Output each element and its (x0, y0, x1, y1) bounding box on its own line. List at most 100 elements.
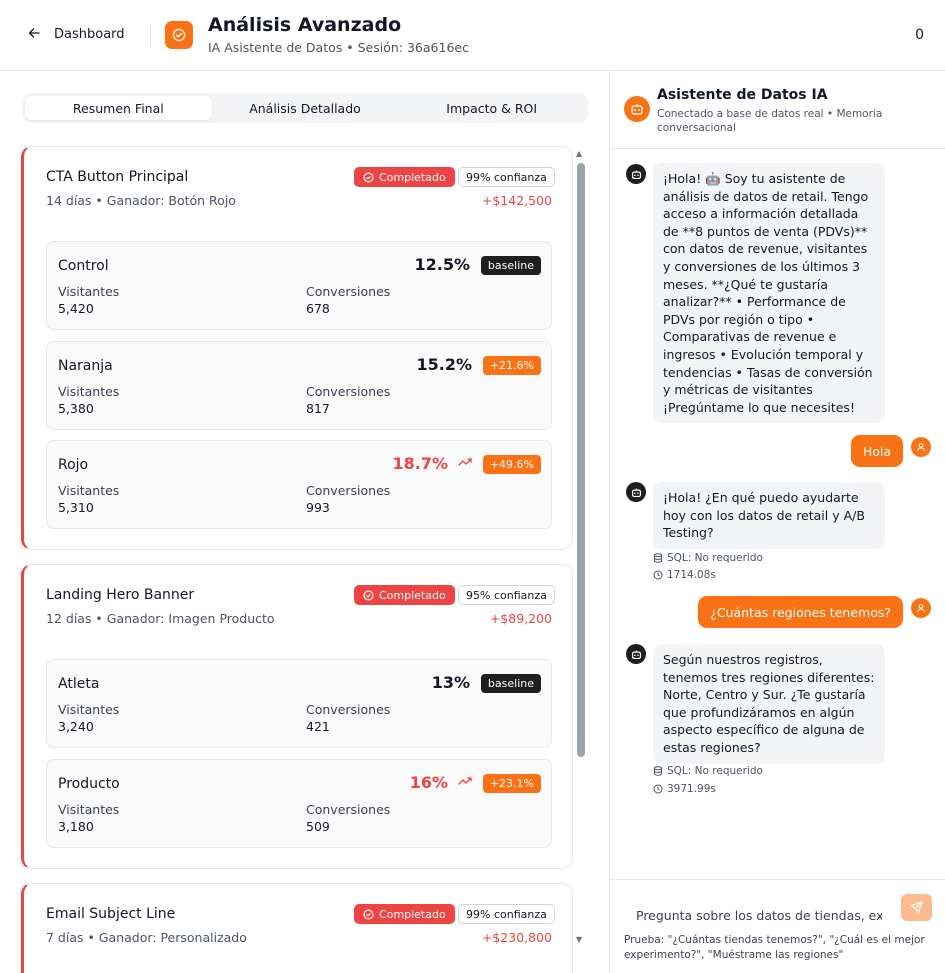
conversion-rate: 13% (431, 673, 470, 692)
experiments-panel: Resumen Final Análisis Detallado Impacto… (0, 71, 609, 973)
variant-name: Control (58, 258, 109, 274)
experiment-meta: 14 días • Ganador: Botón Rojo (46, 193, 236, 208)
conversions-value: 678 (306, 301, 330, 316)
clock-icon (653, 784, 663, 794)
header-counter: 0 (915, 27, 924, 43)
experiment-card[interactable]: CTA Button Principal 14 días • Ganador: … (21, 146, 573, 550)
baseline-badge: baseline (480, 674, 541, 693)
sql-status: SQL: No requerido (667, 765, 763, 777)
app-logo (165, 21, 193, 49)
database-icon (653, 553, 663, 563)
time-meta: 1714.08s (653, 569, 716, 581)
send-button[interactable] (901, 894, 932, 921)
visitors-label: Visitantes (58, 483, 120, 498)
clock-icon (653, 570, 663, 580)
lift-badge: +49.6% (482, 455, 541, 474)
time-meta: 3971.99s (653, 783, 716, 795)
chat-header: Asistente de Datos IA Conectado a base d… (610, 71, 945, 149)
trending-up-icon (458, 775, 472, 789)
baseline-badge: baseline (480, 256, 541, 275)
scroll-up-arrow[interactable]: ▲ (576, 149, 582, 158)
tab-bar: Resumen Final Análisis Detallado Impacto… (22, 93, 588, 123)
sql-meta: SQL: No requerido (653, 552, 763, 564)
visitors-value: 5,380 (58, 401, 94, 416)
variant-row: Naranja 15.2% +21.6% Visitantes 5,380 Co… (46, 341, 552, 430)
header-divider (150, 24, 151, 46)
bot-icon (624, 96, 650, 122)
bot-message: ¡Hola! ¿En qué puedo ayudarte hoy con lo… (653, 482, 885, 549)
sql-status: SQL: No requerido (667, 552, 763, 564)
bot-message: ¡Hola! 🤖 Soy tu asistente de análisis de… (653, 163, 885, 424)
conversion-rate: 12.5% (414, 255, 470, 274)
chat-title: Asistente de Datos IA (657, 87, 828, 103)
visitors-label: Visitantes (58, 702, 120, 717)
chat-subtitle: Conectado a base de datos real • Memoria… (657, 108, 883, 134)
experiment-title: Landing Hero Banner (46, 587, 195, 603)
tab-impacto-roi[interactable]: Impacto & ROI (398, 96, 585, 120)
experiment-card[interactable]: Email Subject Line 7 días • Ganador: Per… (21, 883, 573, 973)
user-message: Hola (850, 435, 903, 467)
confidence-badge: 99% confianza (458, 904, 555, 924)
confidence-badge: 95% confianza (458, 585, 555, 605)
tab-resumen-final[interactable]: Resumen Final (25, 96, 212, 120)
check-circle-icon (363, 590, 374, 600)
response-time: 1714.08s (667, 569, 716, 581)
visitors-label: Visitantes (58, 802, 120, 817)
back-to-dashboard-button[interactable]: Dashboard (28, 22, 125, 46)
variant-row-winner: Producto 16% +23.1% Visitantes 3,180 Con… (46, 759, 552, 848)
arrow-left-icon (28, 25, 40, 43)
visitors-label: Visitantes (58, 384, 120, 399)
experiment-title: CTA Button Principal (46, 169, 189, 185)
page-title: Análisis Avanzado (208, 14, 402, 36)
bot-message: Según nuestros registros, tenemos tres r… (653, 644, 885, 764)
experiment-meta: 7 días • Ganador: Personalizado (46, 930, 247, 945)
variant-name: Naranja (58, 358, 113, 374)
variant-row-winner: Rojo 18.7% +49.6% Visitantes 5,310 Conve… (46, 440, 552, 529)
variant-name: Atleta (58, 676, 100, 692)
revenue-impact: +$230,800 (481, 930, 552, 945)
conversion-rate: 15.2% (416, 355, 472, 374)
visitors-value: 3,240 (58, 719, 94, 734)
sql-meta: SQL: No requerido (653, 765, 763, 777)
check-circle-icon (172, 28, 186, 42)
scrollbar-thumb[interactable] (577, 163, 585, 757)
conversions-label: Conversiones (306, 702, 391, 717)
scroll-down-arrow[interactable]: ▼ (576, 935, 582, 944)
experiment-title: Email Subject Line (46, 906, 176, 922)
conversions-label: Conversiones (306, 802, 391, 817)
conversions-value: 817 (306, 401, 330, 416)
conversions-value: 421 (306, 719, 330, 734)
experiment-card[interactable]: Landing Hero Banner 12 días • Ganador: I… (21, 564, 573, 869)
visitors-label: Visitantes (58, 284, 120, 299)
user-message: ¿Cuántas regiones tenemos? (698, 596, 903, 628)
variant-row: Atleta 13% baseline Visitantes 3,240 Con… (46, 659, 552, 748)
check-circle-icon (363, 909, 374, 919)
trending-up-icon (458, 456, 472, 470)
variant-name: Producto (58, 776, 120, 792)
lift-badge: +21.6% (482, 356, 541, 375)
variant-row: Control 12.5% baseline Visitantes 5,420 … (46, 241, 552, 330)
status-badge: Completado (354, 585, 455, 605)
status-label: Completado (379, 588, 446, 602)
chat-panel: Asistente de Datos IA Conectado a base d… (609, 71, 945, 973)
visitors-value: 5,420 (58, 301, 94, 316)
conversions-value: 509 (306, 819, 330, 834)
top-header: Dashboard Análisis Avanzado IA Asistente… (0, 0, 945, 71)
send-icon (910, 901, 923, 914)
status-badge: Completado (354, 167, 455, 187)
tab-analisis-detallado[interactable]: Análisis Detallado (212, 96, 399, 120)
suggestion-hint: Prueba: "¿Cuántas tiendas tenemos?", "¿C… (624, 934, 925, 961)
back-label: Dashboard (54, 26, 125, 42)
visitors-value: 3,180 (58, 819, 94, 834)
conversions-label: Conversiones (306, 483, 391, 498)
conversion-rate: 18.7% (392, 454, 448, 473)
chat-input[interactable] (624, 898, 882, 932)
variant-name: Rojo (58, 457, 89, 473)
chat-input-area: Prueba: "¿Cuántas tiendas tenemos?", "¿C… (610, 879, 945, 973)
lift-badge: +23.1% (482, 774, 541, 793)
conversions-label: Conversiones (306, 384, 391, 399)
user-avatar-icon (911, 598, 931, 618)
bot-avatar-icon (626, 482, 646, 502)
experiment-meta: 12 días • Ganador: Imagen Producto (46, 611, 275, 626)
status-label: Completado (379, 907, 446, 921)
